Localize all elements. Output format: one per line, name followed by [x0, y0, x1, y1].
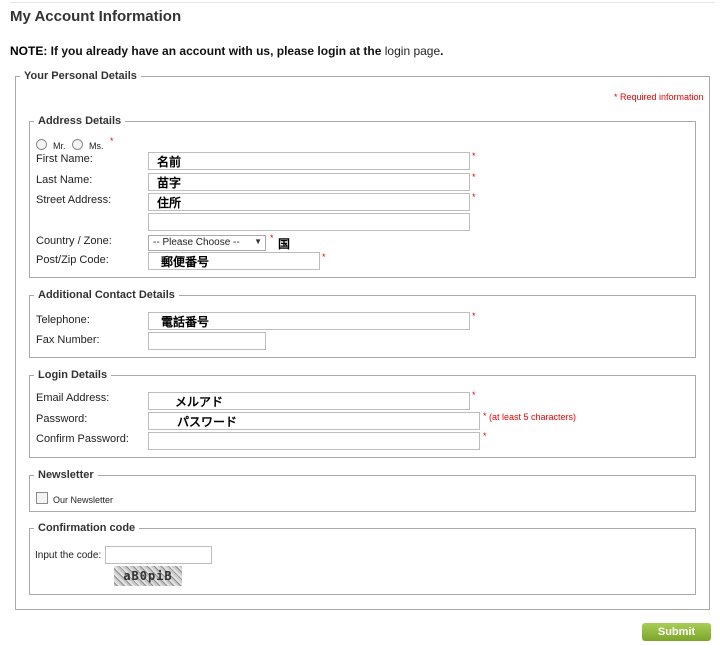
postcode-input[interactable]	[148, 252, 320, 270]
submit-button[interactable]: Submit	[642, 623, 711, 641]
captcha-image: aB0piB	[114, 566, 182, 586]
password-input[interactable]	[148, 412, 480, 430]
street-address-label: Street Address:	[36, 194, 112, 206]
street-address-line2-input[interactable]	[148, 213, 470, 231]
newsletter-legend: Newsletter	[38, 469, 94, 481]
telephone-label: Telephone:	[36, 314, 90, 326]
chevron-down-icon: ▼	[254, 237, 262, 246]
confirmation-code-legend: Confirmation code	[38, 522, 136, 534]
login-note: NOTE: If you already have an account wit…	[10, 44, 444, 58]
confirmation-code-label: Input the code:	[35, 550, 102, 561]
login-page-link[interactable]: login page	[385, 44, 440, 58]
contact-details-legend: Additional Contact Details	[38, 289, 175, 301]
salutation-ms-label: Ms.	[89, 141, 104, 151]
confirm-password-required-star: *	[483, 431, 487, 441]
first-name-required-star: *	[472, 151, 476, 161]
fax-number-input[interactable]	[148, 332, 266, 350]
top-divider	[10, 2, 715, 3]
street-address-required-star: *	[472, 192, 476, 202]
telephone-input[interactable]	[148, 312, 470, 330]
country-note: 国	[278, 237, 291, 251]
confirmation-code-input[interactable]	[105, 546, 212, 564]
telephone-required-star: *	[472, 311, 476, 321]
password-label: Password:	[36, 413, 88, 425]
first-name-label: First Name:	[36, 153, 93, 165]
newsletter-fieldset: Newsletter	[29, 469, 696, 512]
salutation-ms-radio[interactable]	[72, 139, 83, 150]
country-selected-value: -- Please Choose --	[153, 237, 240, 248]
note-label: NOTE:	[10, 44, 48, 58]
password-required-star: *	[483, 411, 487, 421]
page-title: My Account Information	[10, 8, 182, 25]
personal-details-legend: Your Personal Details	[24, 70, 137, 82]
confirm-password-label: Confirm Password:	[36, 433, 129, 445]
required-info-note: * Required information	[614, 92, 704, 102]
country-zone-label: Country / Zone:	[36, 235, 112, 247]
newsletter-checkbox-label: Our Newsletter	[53, 495, 114, 505]
confirm-password-input[interactable]	[148, 432, 480, 450]
email-required-star: *	[472, 390, 476, 400]
salutation-required-star: *	[110, 136, 114, 146]
last-name-label: Last Name:	[36, 174, 93, 186]
last-name-input[interactable]	[148, 173, 470, 191]
last-name-required-star: *	[472, 172, 476, 182]
fax-number-label: Fax Number:	[36, 334, 100, 346]
address-details-legend: Address Details	[38, 115, 122, 127]
country-zone-select[interactable]: -- Please Choose -- ▼	[148, 235, 266, 251]
postcode-label: Post/Zip Code:	[36, 254, 109, 266]
postcode-required-star: *	[322, 252, 326, 262]
note-text: If you already have an account with us, …	[47, 44, 385, 58]
street-address-input[interactable]	[148, 193, 470, 211]
note-end: .	[440, 44, 444, 58]
email-address-input[interactable]	[148, 392, 470, 410]
first-name-input[interactable]	[148, 152, 470, 170]
salutation-mr-radio[interactable]	[36, 139, 47, 150]
salutation-mr-label: Mr.	[53, 141, 66, 151]
country-required-star: *	[270, 233, 274, 243]
login-details-legend: Login Details	[38, 369, 108, 381]
email-address-label: Email Address:	[36, 392, 110, 404]
password-hint: (at least 5 characters)	[489, 412, 577, 422]
newsletter-checkbox[interactable]	[36, 492, 48, 504]
